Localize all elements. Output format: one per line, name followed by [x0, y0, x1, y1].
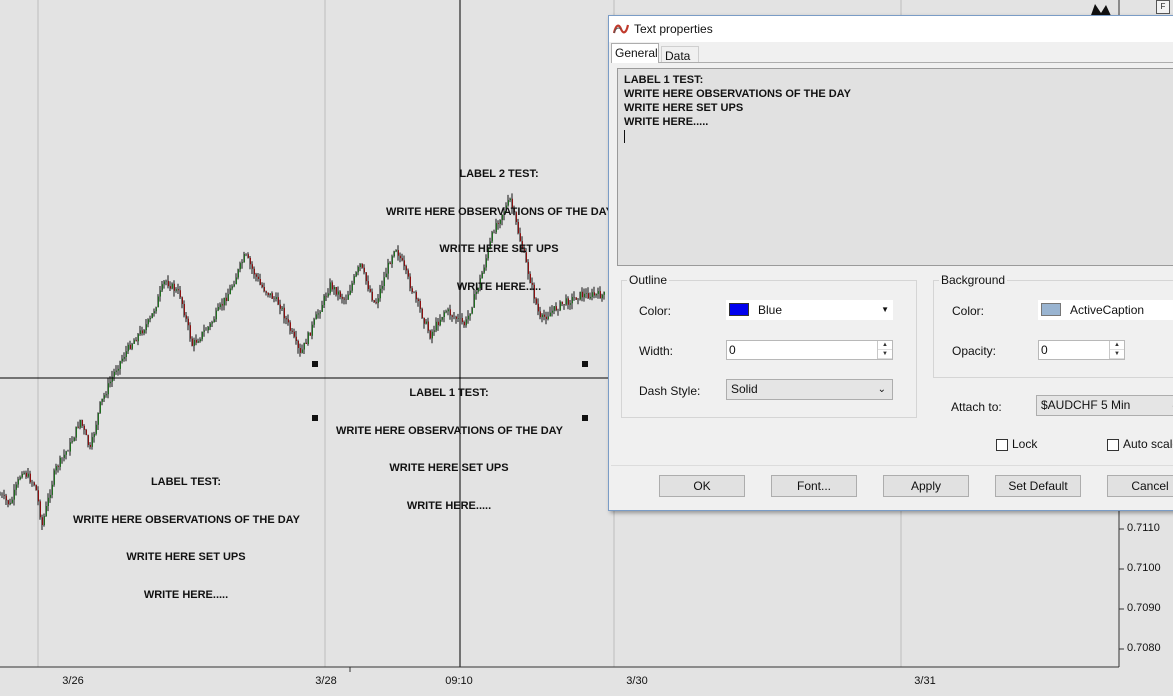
text-caret [624, 130, 625, 143]
text-line: WRITE HERE OBSERVATIONS OF THE DAY [624, 88, 851, 100]
dropdown-arrow-icon: ▼ [881, 305, 889, 314]
spin-down-icon[interactable]: ▼ [1110, 350, 1124, 359]
outline-width-label: Width: [639, 344, 674, 358]
chart-corner-marker[interactable]: F [1156, 0, 1170, 14]
tab-data[interactable]: Data [661, 46, 699, 63]
attach-to-value: $AUDCHF 5 Min [1041, 398, 1131, 412]
chart-text-label-2[interactable]: LABEL 2 TEST: WRITE HERE OBSERVATIONS OF… [386, 143, 613, 306]
selection-handle[interactable] [582, 361, 588, 367]
background-group: Background Color: ActiveCaption Opacity:… [933, 273, 1173, 378]
outline-group-title: Outline [627, 273, 670, 287]
dash-style-value: Solid [731, 382, 758, 396]
outline-width-input[interactable]: 0 ▲ ▼ [726, 340, 893, 360]
background-group-title: Background [939, 273, 1008, 287]
tab-general[interactable]: General [611, 43, 659, 63]
spin-up-icon[interactable]: ▲ [1110, 341, 1124, 350]
outline-color-swatch [729, 303, 749, 316]
set-default-button[interactable]: Set Default [995, 475, 1081, 497]
text-line: WRITE HERE SET UPS [624, 102, 744, 114]
text-line: LABEL 1 TEST: [624, 74, 704, 86]
opacity-spinner[interactable]: ▲ ▼ [1109, 341, 1124, 359]
text-content-editor[interactable]: LABEL 1 TEST: WRITE HERE OBSERVATIONS OF… [617, 68, 1173, 266]
selection-handle[interactable] [312, 415, 318, 421]
outline-width-value: 0 [729, 343, 736, 357]
spin-down-icon[interactable]: ▼ [878, 350, 892, 359]
opacity-input[interactable]: 0 ▲ ▼ [1038, 340, 1125, 360]
outline-color-label: Color: [639, 304, 672, 318]
dialog-title: Text properties [634, 22, 713, 36]
date-label: 09:10 [445, 675, 473, 687]
date-label: 3/30 [626, 675, 648, 687]
price-label: 0.7080 [1127, 642, 1161, 654]
chevron-down-icon: ⌄ [877, 384, 886, 395]
auto-scale-label: Auto scale [1123, 437, 1173, 451]
text-line: WRITE HERE..... [624, 116, 709, 128]
lock-label: Lock [1012, 437, 1038, 451]
outline-color-select[interactable]: Blue ▼ [726, 300, 893, 320]
spin-up-icon[interactable]: ▲ [878, 341, 892, 350]
price-label: 0.7110 [1127, 522, 1160, 534]
selection-handle[interactable] [582, 415, 588, 421]
chart-text-label[interactable]: LABEL TEST: WRITE HERE OBSERVATIONS OF T… [73, 451, 300, 614]
tab-page-general: LABEL 1 TEST: WRITE HERE OBSERVATIONS OF… [611, 62, 1173, 506]
price-label: 0.7090 [1127, 602, 1161, 614]
opacity-label: Opacity: [952, 344, 997, 358]
attach-to-select[interactable]: $AUDCHF 5 Min ⌄ [1036, 395, 1173, 416]
chart-text-label-1[interactable]: LABEL 1 TEST: WRITE HERE OBSERVATIONS OF… [336, 362, 563, 525]
ok-button[interactable]: OK [659, 475, 745, 497]
date-label: 3/26 [62, 675, 84, 687]
lock-checkbox[interactable] [996, 439, 1008, 451]
text-properties-dialog[interactable]: Text properties General Data LABEL 1 TES… [608, 15, 1173, 511]
background-color-value: ActiveCaption [1070, 303, 1145, 317]
dash-style-label: Dash Style: [639, 384, 701, 398]
app-logo-icon [613, 24, 629, 34]
auto-scale-checkbox[interactable] [1107, 439, 1119, 451]
cancel-button[interactable]: Cancel [1107, 475, 1173, 497]
dialog-titlebar[interactable]: Text properties [609, 16, 1173, 42]
price-label: 0.7100 [1127, 562, 1161, 574]
apply-button[interactable]: Apply [883, 475, 969, 497]
dash-style-select[interactable]: Solid ⌄ [726, 379, 893, 400]
attach-to-label: Attach to: [951, 400, 1002, 414]
outline-width-spinner[interactable]: ▲ ▼ [877, 341, 892, 359]
outline-group: Outline Color: Blue ▼ Width: 0 ▲ ▼ Dash … [621, 273, 917, 418]
background-color-swatch [1041, 303, 1061, 316]
font-button[interactable]: Font... [771, 475, 857, 497]
date-label: 3/28 [315, 675, 337, 687]
date-label: 3/31 [914, 675, 936, 687]
background-color-select[interactable]: ActiveCaption [1038, 300, 1173, 320]
dialog-footer-divider [611, 465, 1173, 466]
selection-handle[interactable] [312, 361, 318, 367]
background-color-label: Color: [952, 304, 985, 318]
opacity-value: 0 [1041, 343, 1048, 357]
outline-color-value: Blue [758, 303, 783, 317]
